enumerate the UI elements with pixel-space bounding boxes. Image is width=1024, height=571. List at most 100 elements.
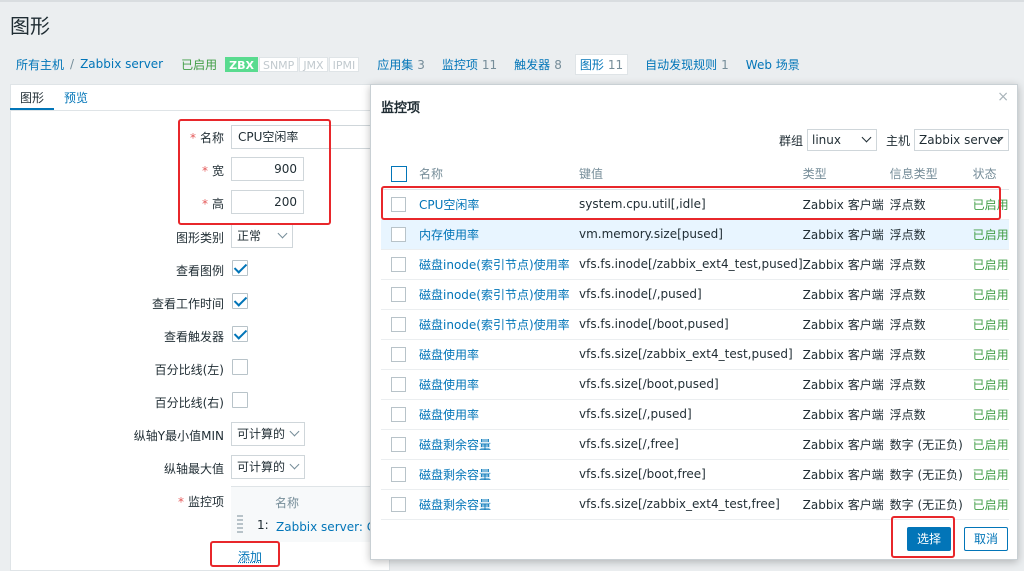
select-all-checkbox[interactable] — [391, 165, 407, 182]
chevron-down-icon — [277, 228, 288, 239]
item-key: vfs.fs.size[/zabbix_ext4_test,pused] — [579, 339, 803, 370]
item-key: vfs.fs.size[/zabbix_ext4_test,free] — [579, 489, 803, 520]
ymax-select[interactable]: 可计算的 — [231, 455, 305, 479]
show-work-period-checkbox[interactable] — [232, 293, 248, 309]
row-checkbox[interactable] — [391, 256, 406, 272]
table-row[interactable]: CPU空闲率 system.cpu.util[,idle] Zabbix 客户端… — [381, 189, 1009, 220]
table-row[interactable]: 磁盘使用率 vfs.fs.size[/boot,pused] Zabbix 客户… — [381, 369, 1009, 400]
row-checkbox[interactable] — [391, 196, 406, 212]
table-row[interactable]: 磁盘inode(索引节点)使用率 vfs.fs.inode[/zabbix_ex… — [381, 249, 1009, 280]
host-filter-label: 主机 — [886, 133, 911, 148]
item-name-link[interactable]: 磁盘使用率 — [419, 408, 479, 422]
item-name-link[interactable]: 磁盘inode(索引节点)使用率 — [419, 318, 570, 332]
table-row[interactable]: 磁盘剩余容量 vfs.fs.size[/,free] Zabbix 客户端 数字… — [381, 429, 1009, 460]
table-row[interactable]: 磁盘inode(索引节点)使用率 vfs.fs.inode[/boot,puse… — [381, 309, 1009, 340]
item-status: 已启用 — [972, 399, 1009, 430]
table-row[interactable]: 内存使用率 vm.memory.size[pused] Zabbix 客户端 浮… — [381, 219, 1009, 250]
table-row[interactable]: 磁盘剩余容量 vfs.fs.size[/zabbix_ext4_test,fre… — [381, 489, 1009, 520]
table-row[interactable]: 磁盘inode(索引节点)使用率 vfs.fs.inode[/,pused] Z… — [381, 279, 1009, 310]
height-input[interactable]: 200 — [231, 190, 304, 214]
nav-web-scenarios[interactable]: Web 场景 — [746, 56, 800, 73]
show-work-period-label: 查看工作时间 — [151, 297, 224, 311]
nav-discovery-rules[interactable]: 自动发现规则 1 — [645, 56, 729, 73]
item-name-link[interactable]: 磁盘剩余容量 — [419, 498, 491, 512]
show-legend-checkbox[interactable] — [232, 260, 248, 276]
nav-triggers[interactable]: 触发器 8 — [514, 56, 562, 73]
item-name-link[interactable]: 磁盘剩余容量 — [419, 438, 491, 452]
item-name-link[interactable]: 磁盘使用率 — [419, 378, 479, 392]
item-key: system.cpu.util[,idle] — [579, 189, 803, 220]
item-key: vm.memory.size[pused] — [579, 219, 803, 250]
cancel-button[interactable]: 取消 — [964, 527, 1008, 551]
item-name-link[interactable]: 内存使用率 — [419, 228, 479, 242]
column-name[interactable]: 名称 — [419, 159, 579, 190]
row-checkbox[interactable] — [391, 316, 406, 332]
item-name-link[interactable]: CPU空闲率 — [419, 198, 479, 212]
ipmi-availability-badge: IPMI — [328, 56, 360, 72]
item-type: Zabbix 客户端 — [802, 309, 890, 340]
item-info-type: 数字 (无正负) — [889, 489, 973, 520]
items-column-name: 名称 — [275, 496, 300, 510]
row-checkbox[interactable] — [391, 466, 406, 482]
percentile-left-checkbox[interactable] — [232, 359, 248, 375]
breadcrumb-host[interactable]: Zabbix server — [80, 57, 163, 71]
item-status: 已启用 — [972, 369, 1009, 400]
height-label: * 高 — [201, 197, 224, 211]
item-name-link[interactable]: 磁盘inode(索引节点)使用率 — [419, 258, 570, 272]
table-row[interactable]: 磁盘使用率 vfs.fs.size[/zabbix_ext4_test,puse… — [381, 339, 1009, 370]
form-tabs: 图形 预览 — [10, 84, 98, 110]
host-select[interactable]: Zabbix server — [914, 129, 1010, 151]
select-button[interactable]: 选择 — [907, 527, 951, 551]
ymin-select[interactable]: 可计算的 — [231, 422, 305, 446]
column-key[interactable]: 键值 — [579, 159, 803, 190]
row-checkbox[interactable] — [391, 226, 406, 242]
row-checkbox[interactable] — [391, 406, 406, 422]
item-info-type: 浮点数 — [889, 369, 973, 400]
item-info-type: 数字 (无正负) — [889, 459, 973, 490]
item-status: 已启用 — [972, 429, 1009, 460]
nav-applications[interactable]: 应用集 3 — [377, 56, 425, 73]
table-row[interactable]: 磁盘剩余容量 vfs.fs.size[/boot,free] Zabbix 客户… — [381, 459, 1009, 490]
column-info-type[interactable]: 信息类型 — [889, 159, 973, 190]
item-info-type: 浮点数 — [889, 339, 973, 370]
item-name-link[interactable]: 磁盘剩余容量 — [419, 468, 491, 482]
breadcrumb-all-hosts[interactable]: 所有主机 — [16, 56, 64, 73]
row-checkbox[interactable] — [391, 376, 406, 392]
percentile-right-checkbox[interactable] — [232, 392, 248, 408]
page-title: 图形 — [10, 14, 50, 38]
drag-handle-icon[interactable] — [237, 515, 243, 533]
column-type[interactable]: 类型 — [802, 159, 890, 190]
close-icon[interactable]: × — [997, 89, 1009, 105]
tab-preview[interactable]: 预览 — [54, 84, 98, 110]
add-item-link[interactable]: 添加 — [238, 548, 262, 565]
item-type: Zabbix 客户端 — [802, 189, 890, 220]
item-info-type: 浮点数 — [889, 189, 973, 220]
table-row[interactable]: 磁盘使用率 vfs.fs.size[/,pused] Zabbix 客户端 浮点… — [381, 399, 1009, 430]
width-input[interactable]: 900 — [231, 157, 304, 181]
show-triggers-checkbox[interactable] — [232, 326, 248, 342]
nav-graphs[interactable]: 图形 11 — [574, 53, 629, 75]
row-checkbox[interactable] — [391, 286, 406, 302]
group-select[interactable]: linux — [807, 129, 878, 151]
item-type: Zabbix 客户端 — [802, 459, 890, 490]
row-checkbox[interactable] — [391, 436, 406, 452]
item-row-index: 1: — [257, 518, 269, 532]
name-input[interactable]: CPU空闲率 — [231, 125, 371, 149]
zbx-availability-badge: ZBX — [225, 56, 258, 72]
graph-type-select[interactable]: 正常 — [231, 224, 293, 248]
items-modal: 监控项 × 群组 linux 主机 Zabbix server 名称 键值 类型… — [370, 84, 1018, 560]
group-filter-label: 群组 — [779, 133, 804, 148]
item-type: Zabbix 客户端 — [802, 489, 890, 520]
column-status[interactable]: 状态 — [972, 159, 1009, 190]
nav-items[interactable]: 监控项 11 — [442, 56, 497, 73]
item-name-link[interactable]: 磁盘使用率 — [419, 348, 479, 362]
host-status[interactable]: 已启用 — [181, 56, 217, 73]
item-name-link[interactable]: 磁盘inode(索引节点)使用率 — [419, 288, 570, 302]
show-legend-label: 查看图例 — [175, 264, 224, 278]
tab-graph[interactable]: 图形 — [10, 84, 55, 110]
item-info-type: 数字 (无正负) — [889, 429, 973, 460]
graph-type-label: 图形类别 — [175, 231, 224, 245]
item-type: Zabbix 客户端 — [802, 249, 890, 280]
row-checkbox[interactable] — [391, 346, 406, 362]
row-checkbox[interactable] — [391, 496, 406, 512]
